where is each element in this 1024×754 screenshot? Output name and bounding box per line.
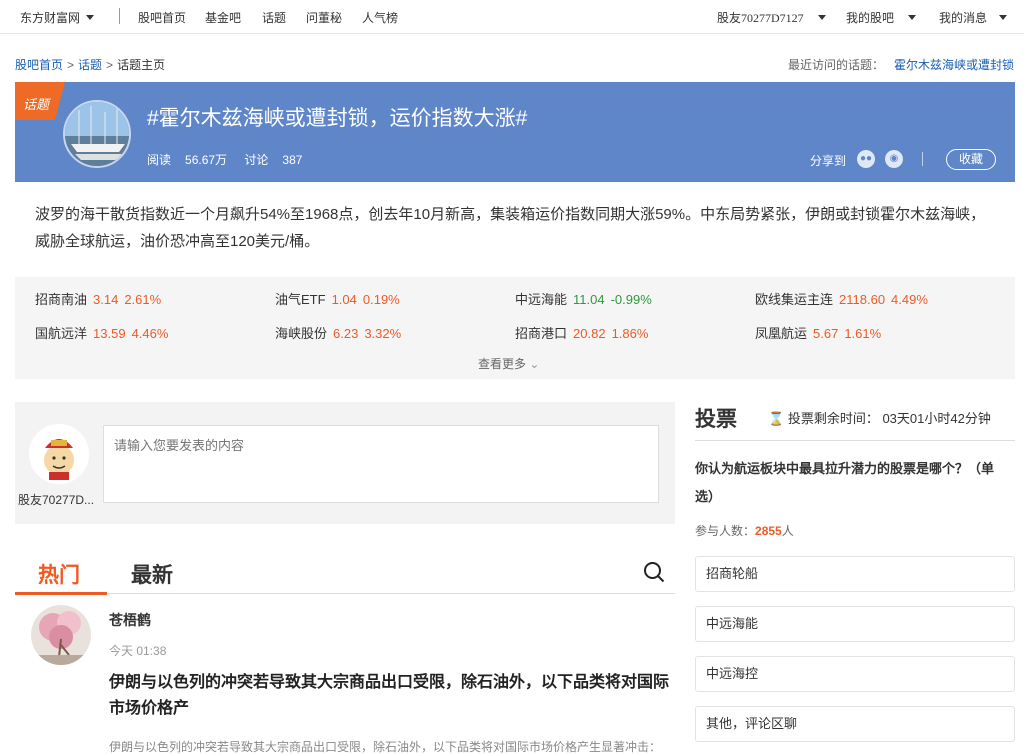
favorite-button[interactable]: 收藏: [946, 149, 996, 170]
my-messages-menu[interactable]: 我的消息: [939, 9, 1008, 26]
chevron-down-icon: [908, 15, 917, 20]
vote-divider: [695, 440, 1015, 441]
breadcrumb-topics[interactable]: 话题: [78, 58, 102, 72]
topic-title: #霍尔木兹海峡或遭封锁，运价指数大涨#: [147, 107, 528, 130]
chevron-down-icon: ⌄: [529, 357, 540, 371]
nav-divider: [119, 8, 120, 24]
vote-time-label: 投票剩余时间：: [787, 411, 879, 426]
stock-item[interactable]: 国航远洋 13.59 4.46%: [35, 323, 168, 342]
reads-count: 56.67万: [185, 153, 228, 167]
stock-item[interactable]: 招商港口 20.82 1.86%: [515, 323, 648, 342]
breadcrumb-guba-home[interactable]: 股吧首页: [15, 58, 63, 72]
comments-label: 讨论: [244, 153, 269, 167]
nav-guba-home[interactable]: 股吧首页: [138, 9, 186, 26]
chevron-down-icon: [86, 15, 95, 20]
vote-option[interactable]: 中远海能: [695, 606, 1015, 642]
stock-item[interactable]: 欧线集运主连 2118.60 4.49%: [755, 289, 928, 308]
post-snippet: 伊朗与以色列的冲突若导致其大宗商品出口受限，除石油外，以下品类将对国际市场价格产…: [109, 740, 662, 754]
author-name[interactable]: 苍梧鹤: [109, 610, 151, 630]
author-avatar[interactable]: [31, 605, 91, 665]
reads-label: 阅读: [147, 153, 172, 167]
vote-question: 你认为航运板块中最具拉升潜力的股票是哪个？（单选）: [695, 461, 995, 504]
related-stocks: 招商南油 3.14 2.61% 油气ETF 1.04 0.19% 中远海能 11.04 -0…: [15, 277, 1015, 379]
post-content-input[interactable]: [103, 425, 659, 503]
weibo-icon[interactable]: ◉: [885, 150, 903, 168]
share-label: 分享到: [810, 154, 847, 168]
nav-ask-secretary[interactable]: 问董秘: [306, 9, 342, 26]
tab-latest[interactable]: 最新: [131, 559, 173, 589]
recent-topics: 最近访问的话题： 霍尔木兹海峡或遭封锁: [788, 56, 1014, 73]
feed-tabs: 热门 最新: [15, 552, 675, 595]
vote-participants: 参与人数：2855人: [695, 524, 794, 538]
breadcrumb-current: 话题主页: [117, 58, 166, 72]
stock-item[interactable]: 中远海能 11.04 -0.99%: [515, 289, 652, 308]
topic-tag: 话题: [15, 82, 65, 120]
post-composer: 股友70277D...: [15, 402, 675, 524]
chevron-down-icon: [999, 15, 1008, 20]
topic-banner: 话题 #霍尔木兹海峡或遭封锁，运价指数大涨# 阅读 56.67万 讨论 387 分享…: [15, 82, 1015, 182]
topic-image: [63, 100, 131, 168]
my-stocks-menu[interactable]: 我的股吧: [846, 9, 917, 26]
vote-time-value: 03天01小时42分钟: [882, 411, 991, 426]
banner-divider: [922, 152, 923, 166]
post-time: 今天 01:38: [109, 644, 167, 658]
user-avatar: [29, 424, 89, 484]
show-more-stocks[interactable]: 查看更多 ⌄: [478, 355, 539, 372]
vote-time-remaining: ⌛ 投票剩余时间： 03天01小时42分钟: [768, 408, 991, 427]
stock-item[interactable]: 凤凰航运 5.67 1.61%: [755, 323, 881, 342]
vote-participants-count: 2855: [755, 524, 782, 538]
stock-item[interactable]: 海峡股份 6.23 3.32%: [275, 323, 401, 342]
breadcrumb: 股吧首页 > 话题 > 话题主页: [15, 58, 166, 72]
site-logo-link[interactable]: 东方财富网: [20, 9, 95, 26]
topic-description: 波罗的海干散货指数近一个月飙升54%至1968点，创去年10月新高，集装箱运价指…: [35, 206, 986, 250]
recent-topics-label: 最近访问的话题：: [787, 58, 884, 72]
chevron-down-icon: [817, 15, 826, 20]
vote-heading: 投票: [695, 408, 737, 431]
vote-option[interactable]: 中远海控: [695, 656, 1015, 692]
vote-option[interactable]: 招商轮船: [695, 556, 1015, 592]
vote-option[interactable]: 其他，评论区聊: [695, 706, 1015, 742]
nav-popularity[interactable]: 人气榜: [362, 9, 398, 26]
nav-topics[interactable]: 话题: [262, 9, 286, 26]
comments-count: 387: [282, 153, 303, 167]
post-title[interactable]: 伊朗与以色列的冲突若导致其大宗商品出口受限，除石油外，以下品类将对国际市场价格产: [109, 670, 669, 722]
hourglass-icon: ⌛: [768, 411, 785, 426]
nav-fund-bar[interactable]: 基金吧: [205, 9, 241, 26]
topic-stats: 阅读 56.67万 讨论 387: [147, 151, 316, 168]
top-nav: 东方财富网 股吧首页 基金吧 话题 问董秘 人气榜 股友70277D7127 我…: [0, 0, 1024, 34]
stock-item[interactable]: 油气ETF 1.04 0.19%: [275, 289, 400, 308]
user-menu[interactable]: 股友70277D7127: [717, 9, 826, 26]
stock-item[interactable]: 招商南油 3.14 2.61%: [35, 289, 161, 308]
tab-hot[interactable]: 热门: [15, 559, 107, 595]
wechat-icon[interactable]: ●●: [857, 150, 875, 168]
post-username: 股友70277D...: [18, 493, 95, 507]
recent-topic-link[interactable]: 霍尔木兹海峡或遭封锁: [894, 58, 1014, 72]
search-icon[interactable]: [643, 561, 665, 583]
